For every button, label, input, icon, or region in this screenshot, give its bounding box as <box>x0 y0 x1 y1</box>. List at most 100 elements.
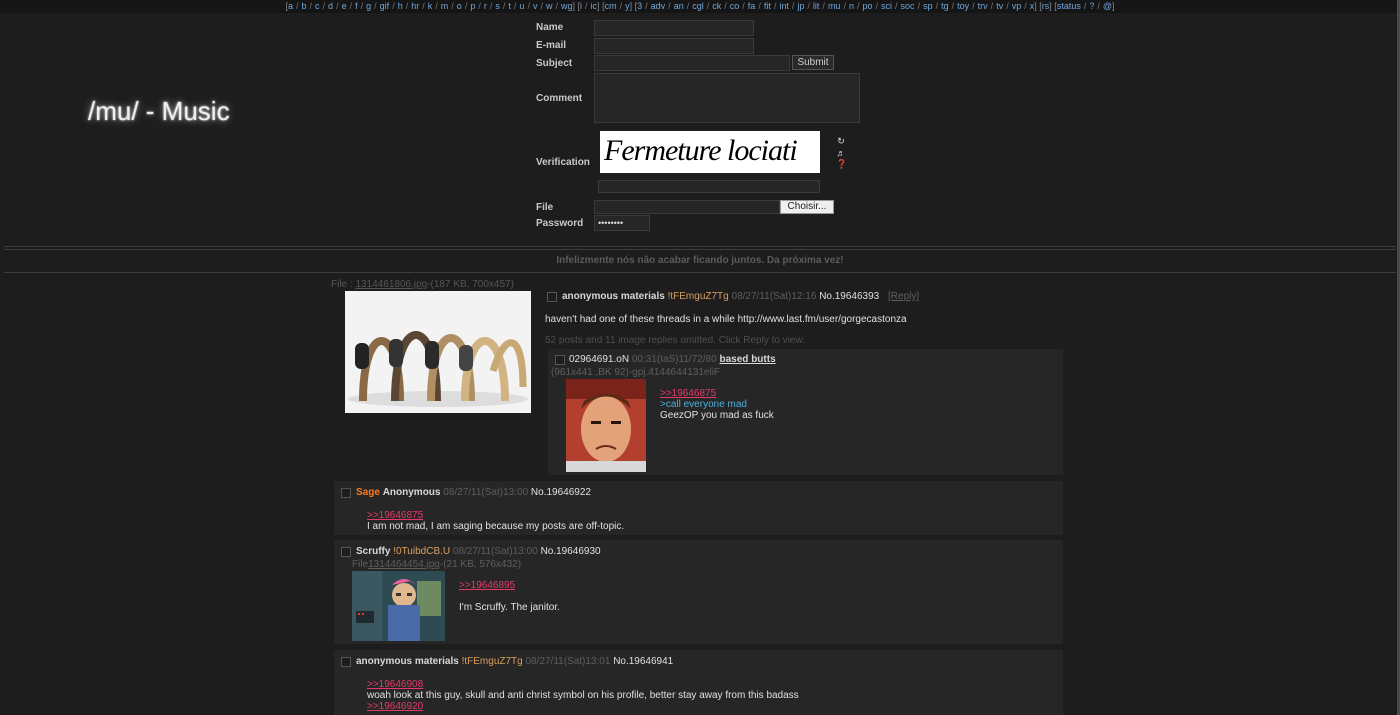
nav-board-link[interactable]: t <box>508 1 511 11</box>
nav-board-link[interactable]: p <box>470 1 475 11</box>
nav-board-link[interactable]: ck <box>712 1 721 11</box>
sage-email-link[interactable]: Sage <box>356 487 380 498</box>
nav-board-link[interactable]: e <box>342 1 347 11</box>
nav-board-link[interactable]: adv <box>651 1 666 11</box>
help-icon[interactable]: ❓ <box>836 159 847 169</box>
post-number[interactable]: No.19646922 <box>531 487 591 498</box>
nav-separator: / <box>917 1 921 11</box>
nav-board-link[interactable]: cgl <box>692 1 704 11</box>
nav-board-link[interactable]: u <box>519 1 524 11</box>
board-navigation-bar: [a / b / c / d / e / f / g / gif / h / hr / k / m / o / p / r / s / t / u /… <box>0 0 1400 13</box>
post-number[interactable]: No.19646393 <box>819 291 879 302</box>
comic-man-face-image <box>566 379 646 472</box>
nav-separator: / <box>1097 1 1100 11</box>
nav-board-link[interactable]: w <box>546 1 553 11</box>
post-number[interactable]: 02964691.oN <box>569 354 629 365</box>
nav-board-link[interactable]: jp <box>797 1 804 11</box>
nav-separator: / <box>360 1 364 11</box>
nav-board-link[interactable]: k <box>428 1 433 11</box>
nav-board-link[interactable]: sci <box>881 1 892 11</box>
name-input[interactable] <box>594 20 754 36</box>
nav-board-link[interactable]: mu <box>828 1 841 11</box>
post-number[interactable]: No.19646941 <box>613 656 673 667</box>
nav-board-link[interactable]: tg <box>941 1 949 11</box>
file-label: File <box>536 202 554 213</box>
file-link[interactable]: 1314461806.jpg <box>355 279 427 290</box>
nav-board-link[interactable]: co <box>730 1 740 11</box>
nav-board-link[interactable]: lit <box>813 1 820 11</box>
reply-thumbnail[interactable] <box>352 571 445 641</box>
quote-link[interactable]: >>19646875 <box>367 510 423 521</box>
nav-board-link[interactable]: v <box>533 1 538 11</box>
file-details: -(187 KB, 700x457) <box>427 279 514 290</box>
nav-separator: / <box>791 1 795 11</box>
nav-board-link[interactable]: soc <box>901 1 915 11</box>
reply-checkbox[interactable] <box>555 355 565 365</box>
nav-board-link[interactable]: wg <box>561 1 573 11</box>
submit-button[interactable]: Submit <box>792 55 834 70</box>
file-label: eliF <box>703 367 721 378</box>
reply-checkbox[interactable] <box>341 488 351 498</box>
nav-board-link[interactable]: h <box>398 1 403 11</box>
quote-link[interactable]: >>19646908 <box>367 679 423 690</box>
nav-board-link[interactable]: tv <box>996 1 1003 11</box>
nav-board-link[interactable]: toy <box>957 1 969 11</box>
quote-link[interactable]: >>19646920 <box>367 701 423 712</box>
scruffy-janitor-image <box>352 571 445 641</box>
nav-board-link[interactable]: f <box>355 1 358 11</box>
reply-comment: GeezOP you mad as fuck <box>660 410 774 421</box>
comment-textarea[interactable] <box>594 73 860 123</box>
file-link[interactable]: 1314464454.jpg <box>368 559 440 570</box>
nav-board-link[interactable]: @ <box>1103 1 1112 11</box>
post-number[interactable]: No.19646930 <box>541 546 601 557</box>
nav-board-link[interactable]: i <box>580 1 582 11</box>
reload-icon[interactable]: ↻ <box>836 136 846 146</box>
choose-file-button[interactable]: Choisir... <box>780 200 834 214</box>
nav-board-link[interactable]: fit <box>764 1 771 11</box>
nav-board-link[interactable]: 3 <box>637 1 642 11</box>
quote-link[interactable]: >>19646895 <box>459 580 515 591</box>
file-path-field[interactable] <box>594 200 780 214</box>
email-input[interactable] <box>594 38 754 54</box>
audio-icon[interactable]: ♬ <box>836 148 846 158</box>
nav-separator: / <box>1024 1 1027 11</box>
nav-board-link[interactable]: status <box>1057 1 1081 11</box>
divider <box>4 246 1396 247</box>
nav-board-link[interactable]: vp <box>1012 1 1022 11</box>
captcha-text: Fermeture lociati <box>604 134 798 167</box>
nav-board-link[interactable]: gif <box>380 1 390 11</box>
nav-board-link[interactable]: sp <box>923 1 933 11</box>
nav-board-link[interactable]: ? <box>1089 1 1094 11</box>
nav-separator: / <box>405 1 409 11</box>
nav-board-link[interactable]: r <box>484 1 487 11</box>
reply-link[interactable]: [Reply] <box>888 291 919 302</box>
reply-thumbnail[interactable] <box>566 379 646 472</box>
verification-label: Verification <box>536 157 590 168</box>
reply-checkbox[interactable] <box>341 547 351 557</box>
nav-board-link[interactable]: int <box>779 1 789 11</box>
quote-link[interactable]: >>19646875 <box>660 388 716 399</box>
nav-board-link[interactable]: a <box>288 1 293 11</box>
nav-board-link[interactable]: fa <box>748 1 756 11</box>
op-thumbnail[interactable] <box>345 291 531 413</box>
password-input[interactable]: •••••••• <box>594 215 650 231</box>
nav-board-link[interactable]: m <box>441 1 449 11</box>
nav-board-link[interactable]: s <box>495 1 500 11</box>
nav-board-link[interactable]: n <box>849 1 854 11</box>
nav-board-link[interactable]: po <box>863 1 873 11</box>
subject-input[interactable] <box>594 55 790 71</box>
nav-board-link[interactable]: an <box>674 1 684 11</box>
nav-board-link[interactable]: g <box>366 1 371 11</box>
nav-board-link[interactable]: hr <box>411 1 419 11</box>
reply-checkbox[interactable] <box>341 657 351 667</box>
captcha-response-input[interactable] <box>598 180 820 193</box>
nav-board-link[interactable]: o <box>457 1 462 11</box>
nav-board-link[interactable]: d <box>328 1 333 11</box>
nav-board-link[interactable]: b <box>302 1 307 11</box>
reply-header: anonymous materials !tFEmguZ7Tg 08/27/11… <box>356 656 673 667</box>
name-label: Name <box>536 22 564 33</box>
nav-board-link[interactable]: cm <box>605 1 617 11</box>
nav-board-link[interactable]: c <box>315 1 320 11</box>
nav-board-link[interactable]: trv <box>978 1 988 11</box>
op-checkbox[interactable] <box>547 292 557 302</box>
